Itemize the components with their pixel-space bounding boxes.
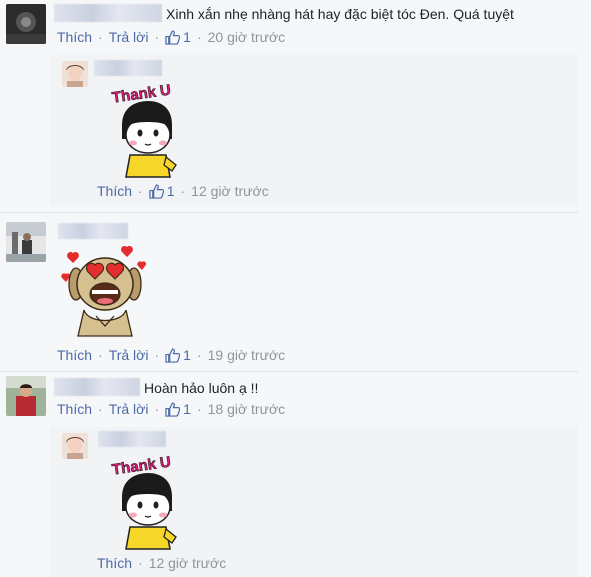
reply-link[interactable]: Trả lời [109, 29, 149, 45]
avatar[interactable] [6, 376, 46, 416]
commenter-name-blurred[interactable] [58, 223, 128, 239]
reply-link[interactable]: Trả lời [109, 347, 149, 363]
like-count[interactable]: 1 [183, 29, 191, 45]
reply-name-blurred[interactable] [94, 60, 162, 76]
comment-text: Hoàn hảo luôn ạ !! [144, 380, 259, 396]
separator-dot: · [154, 401, 160, 417]
reply-avatar[interactable] [62, 61, 88, 87]
separator-dot: · [98, 29, 103, 45]
separator-dot: · [98, 347, 103, 363]
comment-actions: Thích · Trả lời · 1 · 20 giờ trước [57, 29, 285, 45]
like-link[interactable]: Thích [57, 401, 92, 417]
reply-avatar-image [62, 433, 88, 459]
avatar-image [6, 4, 46, 44]
separator-dot: · [196, 347, 202, 363]
separator-dot: · [138, 555, 143, 571]
like-link[interactable]: Thích [97, 555, 132, 571]
like-count[interactable]: 1 [183, 401, 191, 417]
comment-actions: Thích · Trả lời · 1 · 18 giờ trước [57, 401, 285, 417]
avatar-image [6, 376, 46, 416]
commenter-name-blurred[interactable] [54, 4, 162, 22]
reply-name-blurred[interactable] [98, 431, 166, 447]
avatar[interactable] [6, 222, 46, 262]
timestamp[interactable]: 12 giờ trước [191, 183, 269, 199]
thumbs-up-icon[interactable] [165, 401, 181, 417]
separator-dot: · [138, 183, 143, 199]
reply-actions: Thích · 12 giờ trước [97, 555, 226, 571]
comment-2: Thích · Trả lời · 1 · 19 giờ trước [0, 214, 591, 369]
reply-link[interactable]: Trả lời [109, 401, 149, 417]
comment-divider [0, 212, 578, 213]
like-link[interactable]: Thích [97, 183, 132, 199]
reply-avatar-image [62, 61, 88, 87]
timestamp[interactable]: 18 giờ trước [208, 401, 286, 417]
heart-eyes-dog-sticker [60, 245, 150, 340]
thumbs-up-icon[interactable] [149, 183, 165, 199]
reply-thread: Thank U Thích · 1 · 12 giờ trước [50, 55, 578, 205]
avatar-image [6, 222, 46, 262]
comment-3: Hoàn hảo luôn ạ !! Thích · Trả lời · 1 ·… [0, 372, 591, 577]
separator-dot: · [154, 347, 160, 363]
comment-actions: Thích · Trả lời · 1 · 19 giờ trước [57, 347, 285, 363]
separator-dot: · [196, 401, 202, 417]
reply-avatar[interactable] [62, 433, 88, 459]
comment-1: Xinh xắn nhẹ nhàng hát hay đặc biệt tóc … [0, 0, 591, 210]
like-count[interactable]: 1 [167, 183, 175, 199]
separator-dot: · [196, 29, 202, 45]
separator-dot: · [154, 29, 160, 45]
reply-thread: Thank U Thích · 12 giờ trước [50, 427, 578, 577]
commenter-name-blurred[interactable] [54, 378, 140, 396]
thank-u-girl-sticker: Thank U [108, 453, 188, 550]
like-count[interactable]: 1 [183, 347, 191, 363]
timestamp[interactable]: 20 giờ trước [208, 29, 286, 45]
avatar[interactable] [6, 4, 46, 44]
timestamp[interactable]: 12 giờ trước [149, 555, 227, 571]
thumbs-up-icon[interactable] [165, 347, 181, 363]
thank-u-girl-sticker: Thank U [108, 81, 188, 178]
like-link[interactable]: Thích [57, 29, 92, 45]
like-link[interactable]: Thích [57, 347, 92, 363]
separator-dot: · [98, 401, 103, 417]
timestamp[interactable]: 19 giờ trước [208, 347, 286, 363]
thumbs-up-icon[interactable] [165, 29, 181, 45]
reply-actions: Thích · 1 · 12 giờ trước [97, 183, 269, 199]
comment-text: Xinh xắn nhẹ nhàng hát hay đặc biệt tóc … [166, 6, 514, 22]
separator-dot: · [180, 183, 186, 199]
